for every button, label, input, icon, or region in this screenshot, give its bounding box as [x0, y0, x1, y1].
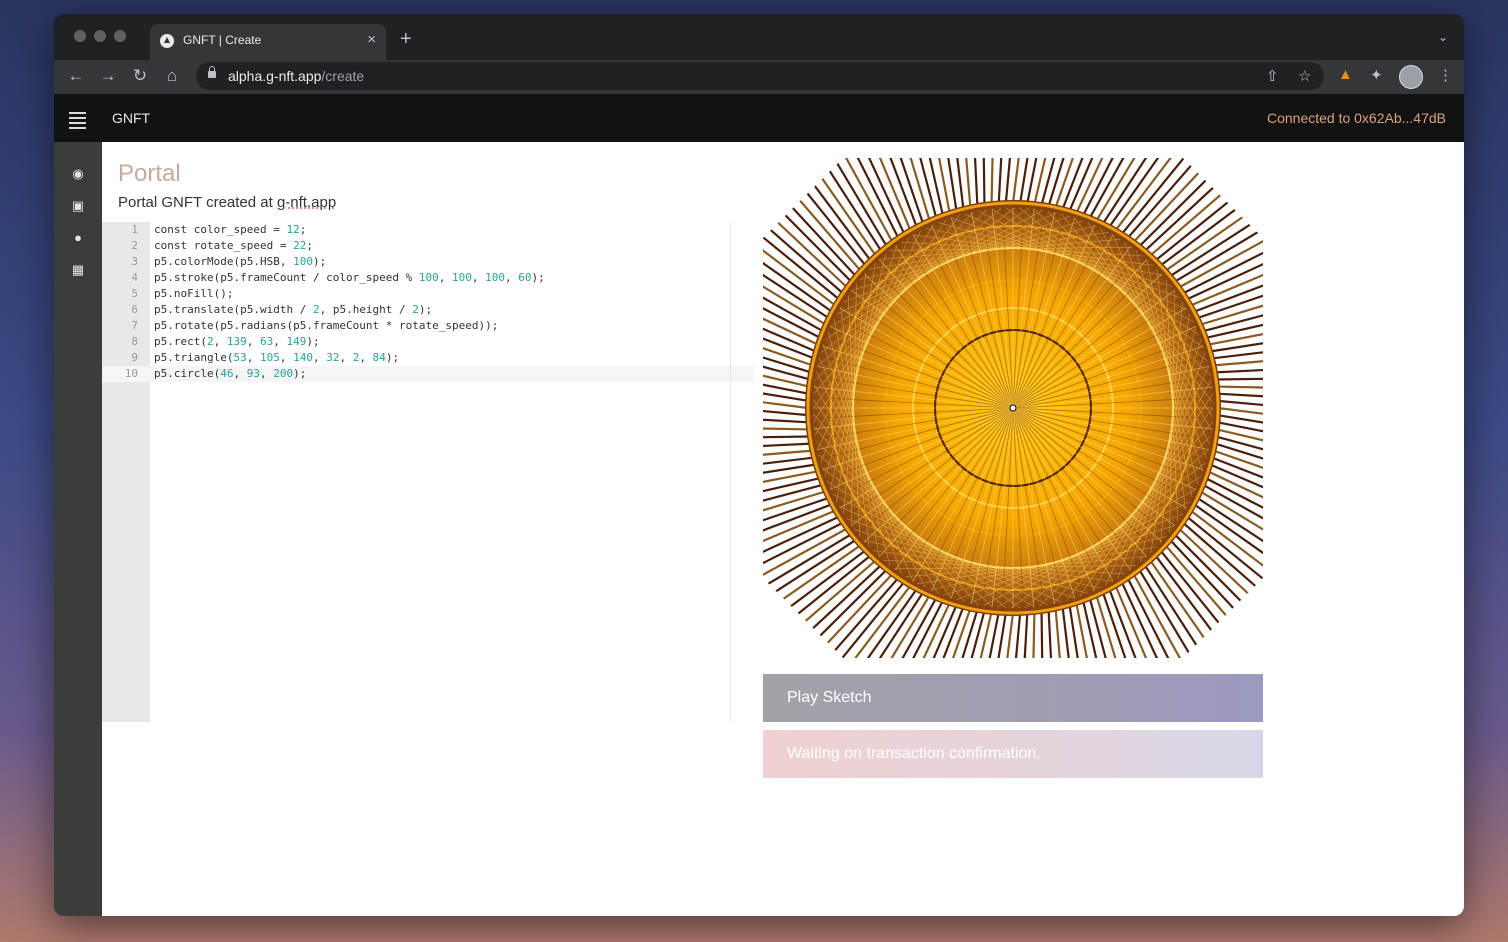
- center-dot: [1009, 404, 1017, 412]
- sketch-canvas: [763, 158, 1263, 658]
- line-number: 10: [124, 367, 138, 380]
- wallet-connection-status[interactable]: Connected to 0x62Ab...47dB: [1267, 110, 1446, 126]
- main-content: Portal Portal GNFT created at g-nft.app …: [102, 142, 1464, 916]
- gnft-site-link[interactable]: g-nft.app: [277, 194, 336, 211]
- metamask-fox-icon[interactable]: ▲: [1338, 66, 1353, 83]
- code-text: p5.circle(46, 93, 200);: [154, 367, 307, 380]
- minimize-window-button[interactable]: [94, 30, 106, 42]
- code-line[interactable]: 6 p5.translate(p5.width / 2, p5.height / …: [102, 302, 754, 318]
- tab-close-icon[interactable]: ×: [367, 31, 376, 48]
- code-line[interactable]: 2 const rotate_speed = 22;: [102, 238, 754, 254]
- code-editor[interactable]: 1 const color_speed = 12; 2 const rotate_sp…: [102, 222, 754, 722]
- line-number: 6: [131, 303, 138, 316]
- browser-menu-icon[interactable]: ⋮: [1438, 66, 1453, 84]
- sidebar: ◉ ▣ ● ▦: [54, 142, 102, 916]
- address-bar[interactable]: alpha.g-nft.app/create ⇧ ☆: [196, 62, 1324, 90]
- network-icon[interactable]: ▦: [70, 262, 86, 278]
- code-text: const rotate_speed = 22;: [154, 239, 313, 252]
- code-text: p5.rect(2, 139, 63, 149);: [154, 335, 320, 348]
- code-text: p5.triangle(53, 105, 140, 32, 2, 84);: [154, 351, 400, 364]
- bookmark-star-icon[interactable]: ☆: [1298, 67, 1311, 85]
- code-text: p5.colorMode(p5.HSB, 100);: [154, 255, 327, 268]
- app-bar: GNFT Connected to 0x62Ab...47dB: [54, 94, 1464, 142]
- line-number: 8: [131, 335, 138, 348]
- code-line[interactable]: 1 const color_speed = 12;: [102, 222, 754, 238]
- zoom-window-button[interactable]: [114, 30, 126, 42]
- page-subtitle: Portal GNFT created at g-nft.app: [118, 194, 337, 211]
- browser-window: GNFT | Create × + ⌄ ← → ↻ ⌂ alpha.g-nft.…: [54, 14, 1464, 916]
- line-number: 7: [131, 319, 138, 332]
- code-line[interactable]: 10 p5.circle(46, 93, 200);: [102, 366, 754, 382]
- palette-icon[interactable]: ◉: [70, 166, 86, 182]
- code-text: p5.translate(p5.width / 2, p5.height / 2…: [154, 303, 433, 316]
- close-window-button[interactable]: [74, 30, 86, 42]
- line-number: 9: [131, 351, 138, 364]
- tab-strip: GNFT | Create × + ⌄: [54, 14, 1464, 60]
- code-line[interactable]: 9 p5.triangle(53, 105, 140, 32, 2, 84);: [102, 350, 754, 366]
- brand-name: GNFT: [112, 110, 151, 126]
- forward-arrow-icon[interactable]: →: [98, 66, 118, 86]
- page-title: Portal: [118, 160, 181, 187]
- back-arrow-icon[interactable]: ←: [66, 66, 86, 86]
- new-tab-button[interactable]: +: [400, 29, 412, 49]
- code-line[interactable]: 7 p5.rotate(p5.radians(p5.frameCount * ro…: [102, 318, 754, 334]
- line-number: 1: [131, 223, 138, 236]
- share-icon[interactable]: ⇧: [1266, 67, 1279, 85]
- browser-toolbar: ← → ↻ ⌂ alpha.g-nft.app/create ⇧ ☆ ▲ ✦ ⋮: [54, 60, 1464, 94]
- code-line[interactable]: 5 p5.noFill();: [102, 286, 754, 302]
- gnft-favicon-icon: [160, 34, 174, 48]
- profile-avatar[interactable]: [1399, 65, 1423, 89]
- play-sketch-button[interactable]: Play Sketch: [763, 674, 1263, 722]
- tab-search-chevron-icon[interactable]: ⌄: [1438, 30, 1448, 44]
- editor-divider[interactable]: [730, 222, 731, 722]
- code-line[interactable]: 8 p5.rect(2, 139, 63, 149);: [102, 334, 754, 350]
- reload-icon[interactable]: ↻: [130, 66, 150, 86]
- extensions-puzzle-icon[interactable]: ✦: [1370, 66, 1383, 84]
- code-text: const color_speed = 12;: [154, 223, 307, 236]
- code-text: p5.rotate(p5.radians(p5.frameCount * rot…: [154, 319, 499, 332]
- transaction-status-message: Waiting on transaction confirmation.: [763, 730, 1263, 778]
- tab-title: GNFT | Create: [183, 33, 262, 47]
- code-line[interactable]: 3 p5.colorMode(p5.HSB, 100);: [102, 254, 754, 270]
- line-number: 4: [131, 271, 138, 284]
- code-line[interactable]: 4 p5.stroke(p5.frameCount / color_speed %…: [102, 270, 754, 286]
- code-text: p5.stroke(p5.frameCount / color_speed % …: [154, 271, 545, 284]
- url-text: alpha.g-nft.app/create: [228, 68, 365, 84]
- line-number: 3: [131, 255, 138, 268]
- line-number: 2: [131, 239, 138, 252]
- code-text: p5.noFill();: [154, 287, 234, 300]
- browser-tab[interactable]: GNFT | Create ×: [150, 24, 386, 60]
- community-icon[interactable]: ●: [70, 230, 86, 246]
- lock-icon: [208, 66, 216, 78]
- line-number: 5: [131, 287, 138, 300]
- hamburger-menu-icon[interactable]: [69, 112, 86, 132]
- home-icon[interactable]: ⌂: [162, 66, 182, 86]
- toolbox-icon[interactable]: ▣: [70, 198, 86, 214]
